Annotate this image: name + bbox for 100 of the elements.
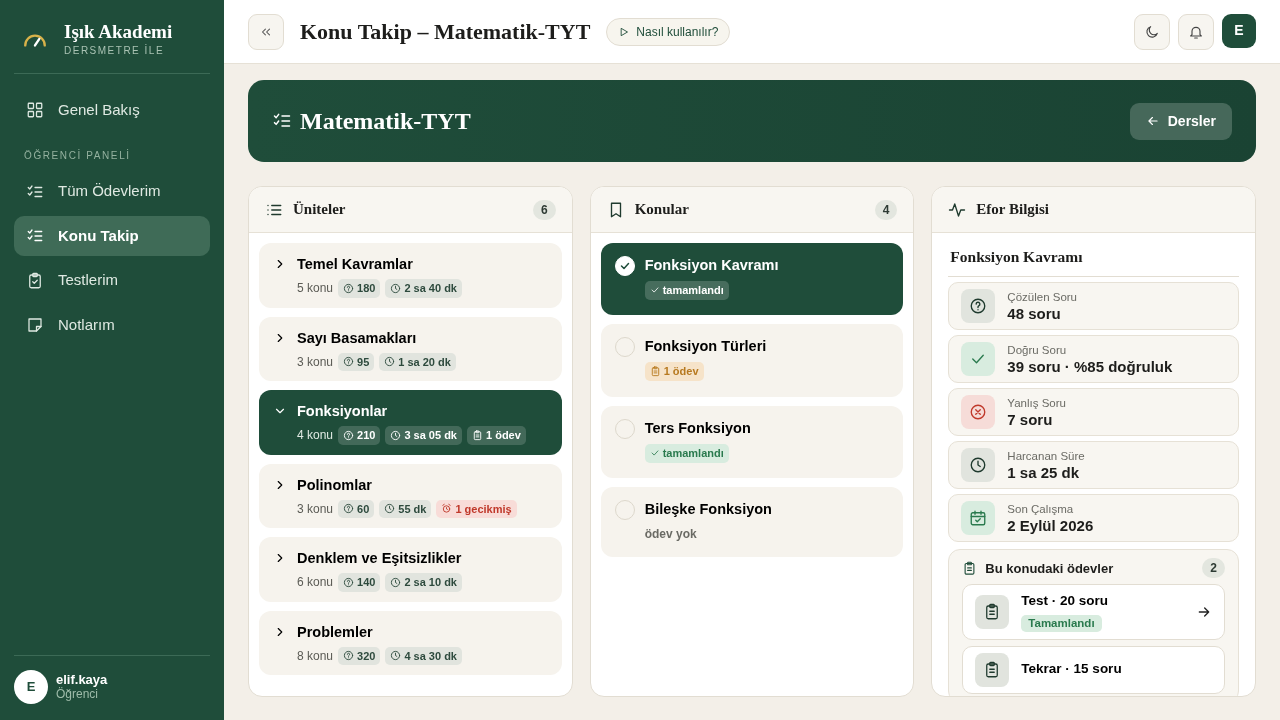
topic-count: 3 konu (297, 353, 334, 371)
clipboard-icon (962, 560, 978, 576)
topic-count: 5 konu (297, 280, 334, 298)
stat-chip: 1 sa 20 dk (379, 352, 456, 371)
hero-title: Matematik-TYT (300, 107, 471, 136)
stat-chip: 3 sa 05 dk (385, 426, 462, 445)
clock-icon (390, 282, 402, 294)
stat-chip: 2 sa 10 dk (385, 573, 462, 592)
clock-icon (390, 576, 402, 588)
question-icon (343, 576, 355, 588)
topic-count: 6 konu (297, 574, 334, 592)
unit-name: Sayı Basamakları (297, 328, 418, 348)
topic-title: Fonksiyon Kavramı (948, 237, 1239, 278)
unit-name: Denklem ve Eşitsizlikler (297, 549, 462, 568)
topic-name: Bileşke Fonksiyon (644, 500, 772, 520)
user-avatar: E (14, 670, 48, 704)
stat-chip: 4 sa 30 dk (385, 646, 462, 665)
topic-item[interactable]: Fonksiyon Kavramı tamamlandı (600, 243, 904, 316)
stat-value: 2 Eylül 2026 (1007, 515, 1094, 535)
topic-item[interactable]: Fonksiyon Türleri 1 ödev (600, 324, 904, 397)
clock-icon (390, 650, 402, 662)
unit-item[interactable]: Problemler 8 konu 320 4 sa 30 dk (259, 610, 562, 675)
panel-title: Konular (634, 200, 689, 220)
stat-label: Doğru Soru (1007, 342, 1068, 357)
homework-name: Tekrar · 15 soru (1021, 660, 1122, 679)
pulse-icon (948, 200, 967, 219)
unit-item[interactable]: Sayı Basamakları 3 konu 95 1 sa 20 dk (259, 316, 562, 381)
stat-icon (961, 501, 996, 536)
count-badge: 6 (532, 199, 556, 220)
clock-icon (384, 356, 396, 368)
note-icon (26, 316, 44, 335)
status-tag: 1 ödev (644, 362, 704, 381)
unit-item[interactable]: Fonksiyonlar 4 konu 210 3 sa 05 dk 1 ödev (259, 390, 562, 455)
arrow-left-icon (1145, 114, 1160, 128)
brand-subtitle: DERSMETRE İLE (64, 43, 166, 58)
count-badge: 4 (874, 199, 898, 220)
question-icon (343, 356, 355, 368)
stat-value: 1 sa 25 dk (1007, 462, 1081, 482)
alarm-icon (441, 503, 453, 515)
play-icon (618, 25, 631, 38)
stat-chip: 320 (338, 646, 381, 665)
user-role: Öğrenci (56, 687, 99, 701)
topic-count: 4 konu (297, 427, 334, 445)
stat-chip: 140 (338, 573, 381, 592)
unit-item[interactable]: Polinomlar 3 konu 60 55 dk 1 gecikmiş (259, 463, 562, 528)
nav-item[interactable]: Notlarım (14, 304, 210, 346)
status-tag: tamamlandı (644, 444, 729, 463)
nav-item[interactable]: Testlerim (14, 260, 210, 301)
nav-item[interactable]: Tüm Ödevlerim (14, 171, 210, 212)
stat-value: 39 soru · %85 doğruluk (1007, 356, 1173, 376)
back-button[interactable]: Dersler (1129, 102, 1232, 140)
clipboard-icon (26, 271, 44, 290)
clock-icon (390, 429, 402, 441)
count-badge: 2 (1202, 558, 1225, 579)
topic-item[interactable]: Ters Fonksiyon tamamlandı (600, 406, 904, 479)
moon-icon (1144, 23, 1160, 40)
stat-value: 48 soru (1007, 303, 1062, 323)
stat-chip: 1 gecikmiş (436, 499, 517, 518)
question-icon (343, 650, 355, 662)
nav-item[interactable]: Konu Takip (14, 215, 210, 257)
topic-count: 8 konu (297, 647, 334, 665)
notifications-button[interactable] (1178, 13, 1214, 50)
homework-item[interactable]: Tekrar · 15 soru (962, 645, 1225, 694)
stat-chip: 2 sa 40 dk (385, 279, 462, 298)
status-tag: tamamlandı (644, 281, 729, 300)
stat-icon (961, 289, 996, 324)
topic-name: Fonksiyon Kavramı (644, 256, 779, 275)
homework-name: Test · 20 soru (1021, 592, 1109, 611)
stat-chip: 95 (338, 352, 375, 371)
user-name: elif.kaya (56, 673, 108, 687)
stat-label: Yanlış Soru (1007, 395, 1066, 410)
collapse-button[interactable] (248, 13, 284, 50)
clipboard-icon (649, 366, 661, 377)
nav-item[interactable]: Genel Bakış (14, 89, 210, 131)
stat-chip: 1 ödev (467, 426, 526, 445)
section-label: ÖĞRENCİ PANELİ (23, 148, 132, 164)
unit-name: Temel Kavramlar (297, 255, 414, 274)
topic-item[interactable]: Bileşke Fonksiyon ödev yok (600, 487, 904, 558)
profile-button[interactable]: E (1222, 13, 1256, 48)
check-icon (649, 448, 660, 459)
unit-name: Problemler (297, 622, 374, 642)
homework-item[interactable]: Test · 20 soru Tamamlandı (962, 584, 1225, 640)
unit-item[interactable]: Temel Kavramlar 5 konu 180 2 sa 40 dk (259, 243, 562, 308)
help-button[interactable]: Nasıl kullanılır? (606, 17, 731, 46)
stat-value: 7 soru (1007, 409, 1054, 429)
stat-label: Son Çalışma (1007, 501, 1075, 516)
stat-label: Harcanan Süre (1007, 448, 1085, 463)
question-icon (343, 429, 355, 441)
no-homework-text: ödev yok (644, 526, 698, 544)
question-icon (343, 282, 355, 294)
unit-item[interactable]: Denklem ve Eşitsizlikler 6 konu 140 2 sa 10 dk (259, 537, 562, 602)
theme-toggle[interactable] (1134, 13, 1170, 50)
stat-icon (961, 448, 996, 483)
clipboard-icon (975, 652, 1010, 687)
unit-name: Fonksiyonlar (297, 402, 389, 421)
question-icon (343, 503, 355, 515)
stat-chip: 60 (338, 499, 375, 518)
check-icon (649, 285, 660, 296)
stat-label: Çözülen Soru (1007, 289, 1077, 304)
page-title: Konu Takip – Matematik-TYT (300, 18, 591, 46)
